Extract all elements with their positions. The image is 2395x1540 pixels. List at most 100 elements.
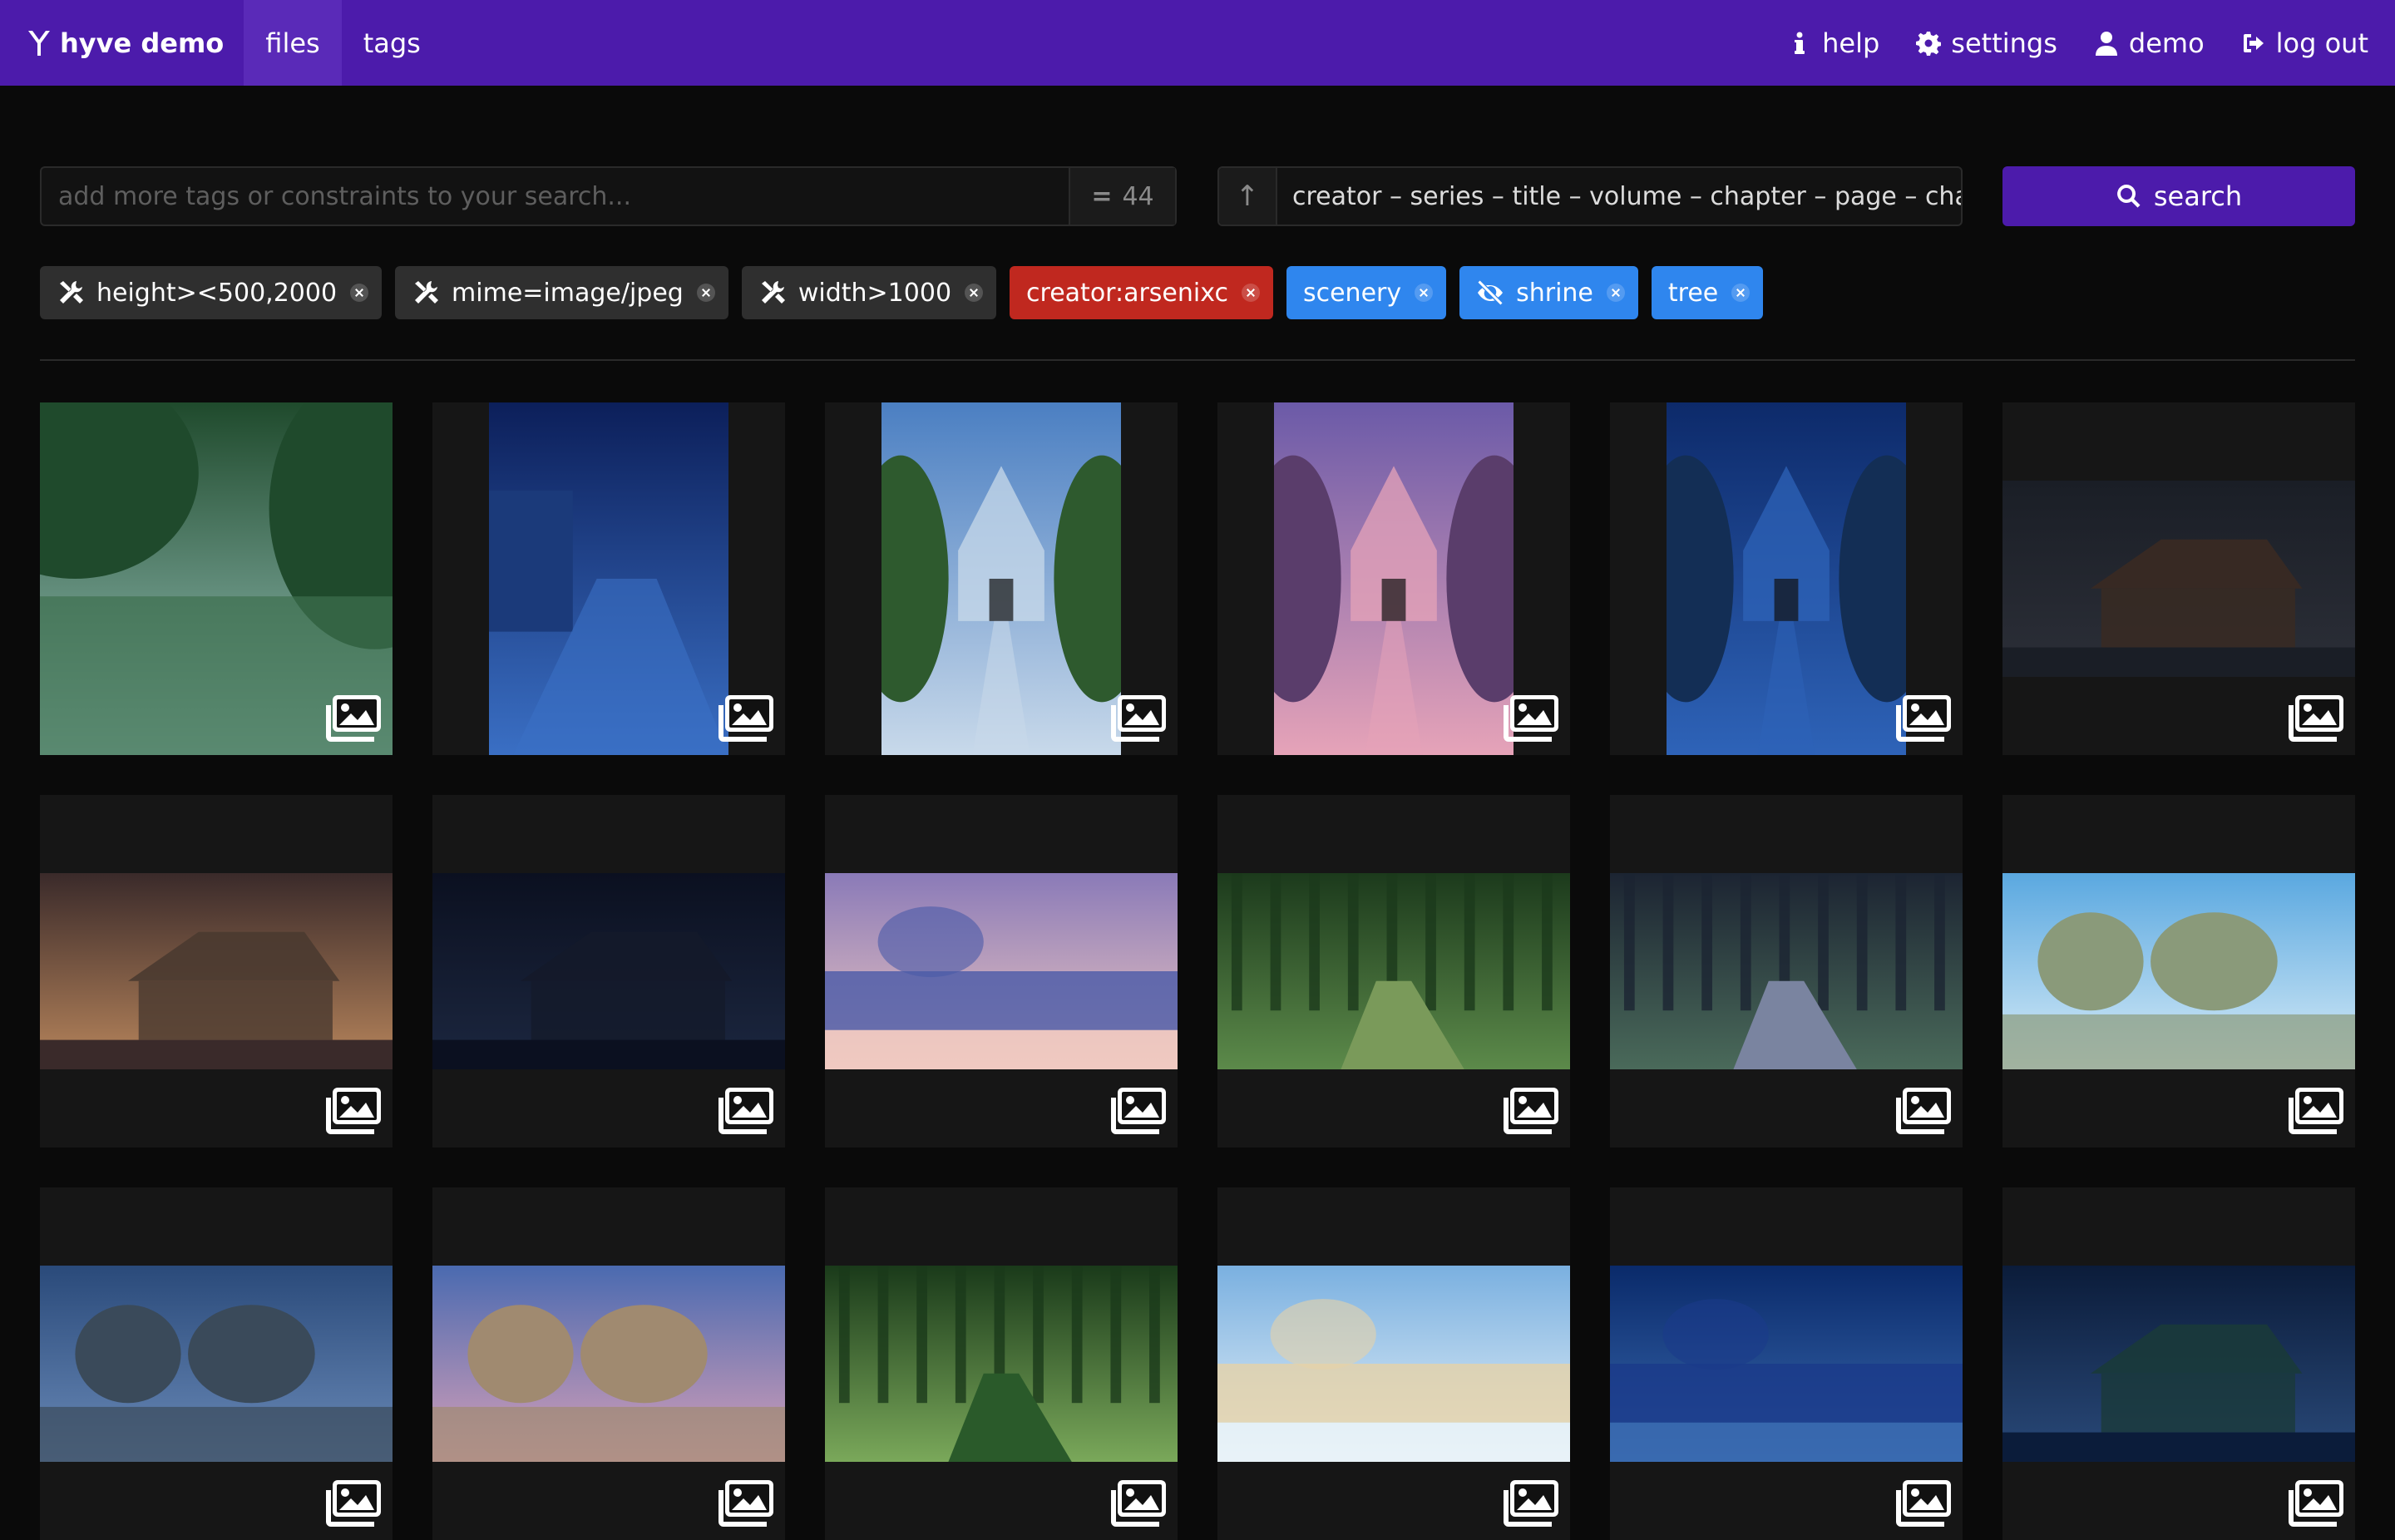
file-thumbnail[interactable] [40, 402, 393, 755]
file-thumbnail[interactable] [825, 402, 1178, 755]
active-tags: height><500,2000 mime=image/jpeg width>1… [40, 266, 1764, 319]
remove-tag-icon[interactable] [1415, 284, 1434, 302]
file-thumbnail[interactable] [1217, 1187, 1570, 1540]
file-thumbnail[interactable] [2002, 795, 2355, 1148]
nav-logout-label: log out [2275, 27, 2368, 59]
thumbnail-image [432, 873, 785, 1069]
nav-help-label: help [1822, 27, 1880, 59]
search-button[interactable]: search [2002, 166, 2355, 226]
divider [40, 359, 2355, 361]
thumbnail-image [825, 1266, 1178, 1462]
thumbnail-image [1217, 873, 1570, 1069]
image-gallery-icon [1111, 1088, 1166, 1134]
sort-control: ↑ creator – series – title – volume – ch… [1217, 166, 1963, 226]
equals-icon: = [1091, 181, 1112, 211]
file-thumbnail[interactable] [432, 1187, 785, 1540]
tools-icon [761, 281, 785, 304]
remove-tag-icon[interactable] [1241, 284, 1260, 302]
thumbnail-image [825, 873, 1178, 1069]
nav-user[interactable]: demo [2076, 0, 2223, 86]
brand-label: hyve demo [60, 27, 225, 59]
tag-chip-label: height><500,2000 [96, 278, 338, 308]
nav-files[interactable]: files [244, 0, 342, 86]
thumbnail-image [1245, 402, 1543, 755]
thumbnail-image [432, 1266, 785, 1462]
thumbnail-image [2002, 481, 2355, 677]
file-thumbnail[interactable] [40, 1187, 393, 1540]
thumbnail-image [1637, 402, 1935, 755]
eye-slash-icon [1478, 280, 1504, 305]
image-gallery-icon [2289, 1480, 2343, 1527]
thumbnail-image [40, 873, 393, 1069]
search-icon [2116, 184, 2141, 208]
image-gallery-icon [1111, 1480, 1166, 1527]
thumbnail-image [1217, 1266, 1570, 1462]
nav-logout[interactable]: log out [2223, 0, 2387, 86]
search-button-label: search [2153, 180, 2243, 212]
user-icon [2095, 31, 2117, 56]
remove-tag-icon[interactable] [1606, 284, 1625, 302]
brand[interactable]: hyve demo [0, 0, 244, 86]
remove-tag-icon[interactable] [696, 284, 715, 302]
thumbnail-image [489, 402, 728, 755]
tag-chip[interactable]: mime=image/jpeg [395, 266, 728, 319]
file-thumbnail[interactable] [2002, 402, 2355, 755]
file-thumbnail[interactable] [825, 795, 1178, 1148]
image-gallery-icon [1896, 695, 1951, 742]
tag-chip-label: shrine [1516, 278, 1593, 308]
file-thumbnail[interactable] [1610, 795, 1963, 1148]
file-thumbnail[interactable] [40, 795, 393, 1148]
tag-chip[interactable]: creator:arsenixc [1010, 266, 1273, 319]
file-thumbnail[interactable] [1217, 402, 1570, 755]
file-thumbnail[interactable] [432, 402, 785, 755]
remove-tag-icon[interactable] [350, 284, 369, 302]
image-gallery-icon [718, 1480, 773, 1527]
image-gallery-icon [1504, 695, 1558, 742]
image-gallery-icon [2289, 695, 2343, 742]
nav-user-label: demo [2128, 27, 2205, 59]
file-thumbnail[interactable] [1217, 795, 1570, 1148]
remove-tag-icon[interactable] [965, 284, 984, 302]
hyve-logo-icon [28, 30, 50, 56]
tools-icon [415, 281, 439, 304]
image-gallery-icon [326, 695, 381, 742]
image-gallery-icon [1896, 1088, 1951, 1134]
image-gallery-icon [718, 695, 773, 742]
image-gallery-icon [326, 1088, 381, 1134]
thumbnail-image [40, 1266, 393, 1462]
tag-chip-label: mime=image/jpeg [452, 278, 684, 308]
image-gallery-icon [2289, 1088, 2343, 1134]
sort-order-field[interactable]: creator – series – title – volume – chap… [1277, 168, 1961, 225]
remove-tag-icon[interactable] [1731, 284, 1751, 302]
thumbnail-image [2002, 1266, 2355, 1462]
result-count-value: 44 [1122, 181, 1154, 211]
tag-search-box: = 44 [40, 166, 1177, 226]
result-count: = 44 [1069, 168, 1175, 225]
tools-icon [60, 281, 83, 304]
tag-chip[interactable]: height><500,2000 [40, 266, 383, 319]
tag-chip-label: tree [1667, 278, 1719, 308]
tag-chip[interactable]: width>1000 [741, 266, 997, 319]
nav-tags[interactable]: tags [342, 0, 442, 86]
nav-help[interactable]: help [1769, 0, 1898, 86]
nav-settings[interactable]: settings [1898, 0, 2076, 86]
thumbnail-image [1610, 1266, 1963, 1462]
image-gallery-icon [1504, 1480, 1558, 1527]
file-thumbnail[interactable] [1610, 1187, 1963, 1540]
image-gallery-icon [326, 1480, 381, 1527]
file-thumbnail[interactable] [1610, 402, 1963, 755]
logout-icon [2243, 33, 2264, 52]
file-thumbnail[interactable] [432, 795, 785, 1148]
file-thumbnail[interactable] [2002, 1187, 2355, 1540]
top-navbar: hyve demo files tags help settings demo [0, 0, 2395, 86]
tag-chip[interactable]: shrine [1459, 266, 1638, 319]
image-gallery-icon [1111, 695, 1166, 742]
image-gallery-icon [1896, 1480, 1951, 1527]
info-icon [1795, 32, 1805, 54]
file-thumbnail[interactable] [825, 1187, 1178, 1540]
thumbnail-image [1610, 873, 1963, 1069]
tag-search-input[interactable] [42, 168, 1069, 225]
tag-chip[interactable]: tree [1651, 266, 1764, 319]
sort-direction-button[interactable]: ↑ [1219, 168, 1277, 225]
tag-chip[interactable]: scenery [1286, 266, 1447, 319]
